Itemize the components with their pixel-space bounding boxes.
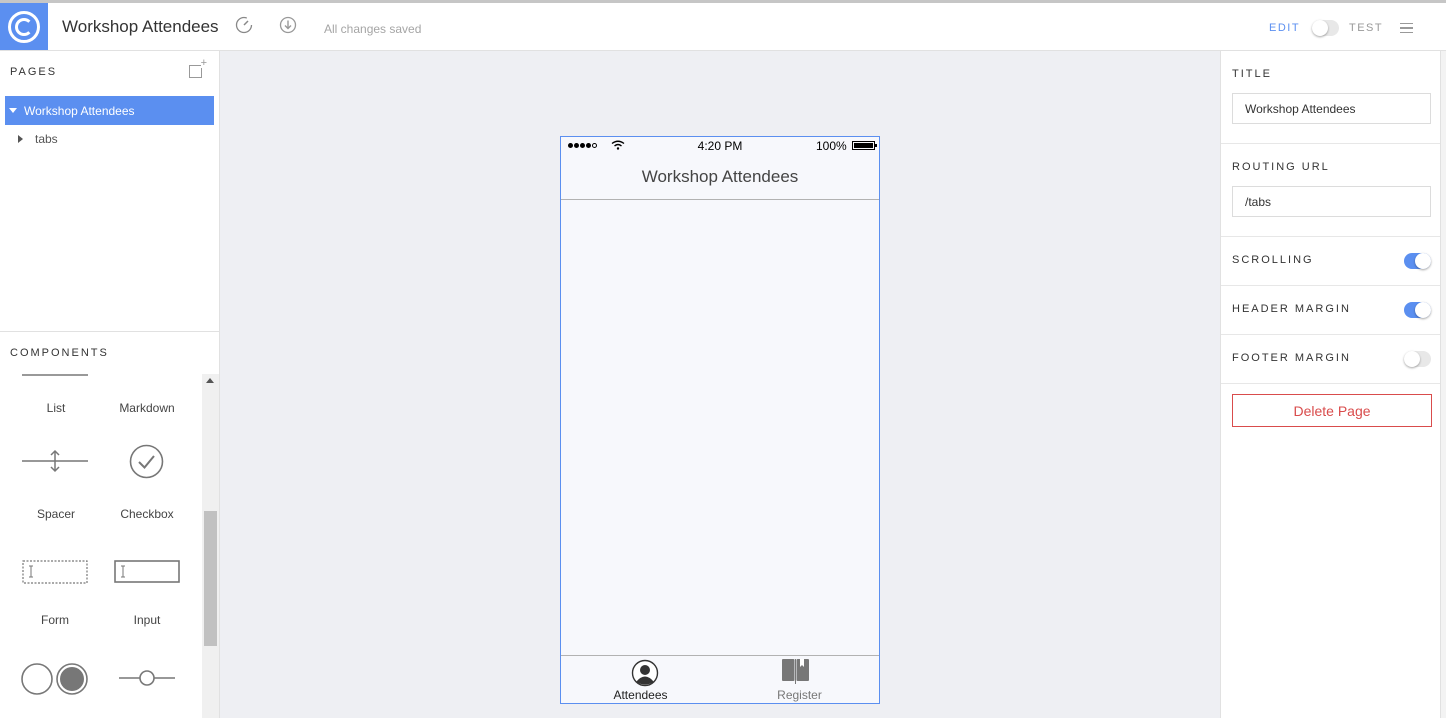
properties-panel: TITLE ROUTING URL SCROLLING HEADER MARGI… xyxy=(1220,51,1441,718)
footer-margin-toggle[interactable] xyxy=(1404,351,1431,367)
routing-url-label: ROUTING URL xyxy=(1232,161,1330,173)
page-item-label: Workshop Attendees xyxy=(24,103,135,118)
component-label: Form xyxy=(41,613,69,627)
toggle-knob xyxy=(1415,253,1431,269)
scrolling-label: SCROLLING xyxy=(1232,254,1314,266)
test-mode-label[interactable]: TEST xyxy=(1349,22,1383,34)
component-label: Spacer xyxy=(36,507,76,521)
component-label: Checkbox xyxy=(120,507,174,521)
divider xyxy=(1221,143,1441,144)
radio-icon[interactable] xyxy=(20,662,90,696)
app-logo-icon[interactable] xyxy=(0,3,48,50)
window-edge xyxy=(1440,51,1446,718)
component-spacer[interactable]: Spacer xyxy=(10,507,102,521)
divider xyxy=(1221,236,1441,237)
add-page-icon[interactable] xyxy=(189,58,207,78)
component-input[interactable]: Input xyxy=(101,613,193,627)
speedometer-icon[interactable] xyxy=(235,16,253,34)
battery-percent: 100% xyxy=(816,139,847,153)
form-icon[interactable] xyxy=(22,560,88,584)
page-item-label: tabs xyxy=(35,132,58,146)
hamburger-menu-icon[interactable] xyxy=(1400,23,1413,33)
title-label: TITLE xyxy=(1232,68,1272,80)
components-list[interactable]: List Markdown Spacer Checkbox Form Input xyxy=(0,374,202,718)
design-canvas: 4:20 PM 100% Workshop Attendees Attendee… xyxy=(220,51,1220,718)
component-label: List xyxy=(46,401,66,415)
divider xyxy=(1221,334,1441,335)
delete-page-button[interactable]: Delete Page xyxy=(1232,394,1432,427)
phone-status-bar: 4:20 PM 100% xyxy=(561,137,879,155)
tab-attendees[interactable]: Attendees xyxy=(561,656,720,704)
tab-label: Attendees xyxy=(613,688,668,702)
footer-margin-label: FOOTER MARGIN xyxy=(1232,352,1351,364)
left-sidebar: PAGES Workshop Attendees tabs COMPONENTS… xyxy=(0,51,220,718)
input-icon[interactable] xyxy=(114,560,180,584)
caret-down-icon[interactable] xyxy=(9,108,17,113)
checkbox-icon[interactable] xyxy=(129,444,164,479)
divider xyxy=(1221,285,1441,286)
download-icon[interactable] xyxy=(279,16,297,34)
component-label: Markdown xyxy=(119,401,175,415)
scrollbar-thumb[interactable] xyxy=(204,511,217,646)
components-scrollbar[interactable] xyxy=(202,374,219,718)
component-label: Input xyxy=(133,613,161,627)
toggle-knob xyxy=(1404,351,1420,367)
spacer-icon[interactable] xyxy=(22,446,88,476)
components-title: COMPONENTS xyxy=(10,347,109,359)
page-item-tabs[interactable]: tabs xyxy=(18,132,58,146)
phone-nav-title[interactable]: Workshop Attendees xyxy=(561,155,879,200)
tab-label: Register xyxy=(777,688,822,702)
range-icon[interactable] xyxy=(119,668,175,688)
toggle-knob xyxy=(1312,20,1328,36)
title-input[interactable] xyxy=(1232,93,1431,124)
scrolling-toggle[interactable] xyxy=(1404,253,1431,269)
battery-icon xyxy=(852,141,877,150)
caret-right-icon[interactable] xyxy=(18,135,23,143)
edit-test-toggle[interactable] xyxy=(1312,20,1339,36)
header-margin-label: HEADER MARGIN xyxy=(1232,303,1351,315)
component-list[interactable]: List xyxy=(10,401,102,415)
component-checkbox[interactable]: Checkbox xyxy=(101,507,193,521)
components-panel: COMPONENTS List Markdown Spacer Checkbox… xyxy=(0,331,219,718)
toggle-knob xyxy=(1415,302,1431,318)
book-icon xyxy=(782,659,809,684)
edit-mode-label[interactable]: EDIT xyxy=(1269,22,1300,34)
header-margin-toggle[interactable] xyxy=(1404,302,1431,318)
divider xyxy=(1221,383,1441,384)
top-toolbar: Workshop Attendees All changes saved EDI… xyxy=(0,0,1446,51)
pages-title: PAGES xyxy=(10,66,58,78)
component-form[interactable]: Form xyxy=(9,613,101,627)
save-status: All changes saved xyxy=(324,22,422,36)
divider-line xyxy=(22,374,88,376)
component-markdown[interactable]: Markdown xyxy=(101,401,193,415)
phone-tab-bar: Attendees Register xyxy=(561,655,879,703)
app-title: Workshop Attendees xyxy=(62,17,219,36)
tab-register[interactable]: Register xyxy=(720,656,879,704)
routing-url-input[interactable] xyxy=(1232,186,1431,217)
page-item-workshop-attendees[interactable]: Workshop Attendees xyxy=(5,96,214,125)
scroll-up-arrow-icon[interactable] xyxy=(206,378,214,383)
person-icon xyxy=(631,659,659,687)
phone-preview[interactable]: 4:20 PM 100% Workshop Attendees Attendee… xyxy=(560,136,880,704)
